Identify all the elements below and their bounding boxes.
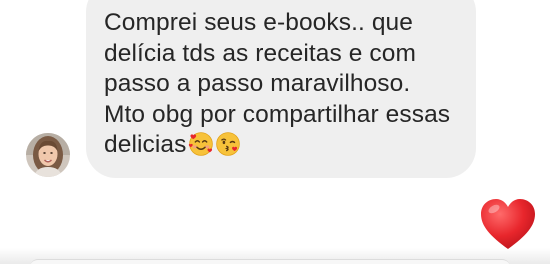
chat-screen: Comprei seus e-books.. que delícia tds a… [0, 0, 550, 264]
smiling-face-with-hearts-icon [188, 132, 213, 157]
sender-avatar[interactable] [26, 133, 70, 177]
face-blowing-a-kiss-icon [215, 132, 240, 157]
message-text: Comprei seus e-books.. que delícia tds a… [104, 8, 462, 161]
message-body: Comprei seus e-books.. que delícia tds a… [104, 9, 451, 159]
message-input-bar-edge [30, 259, 510, 264]
woman-profile-photo [26, 133, 70, 177]
received-message-bubble[interactable]: Comprei seus e-books.. que delícia tds a… [86, 0, 476, 178]
red-heart-icon[interactable] [478, 196, 538, 252]
